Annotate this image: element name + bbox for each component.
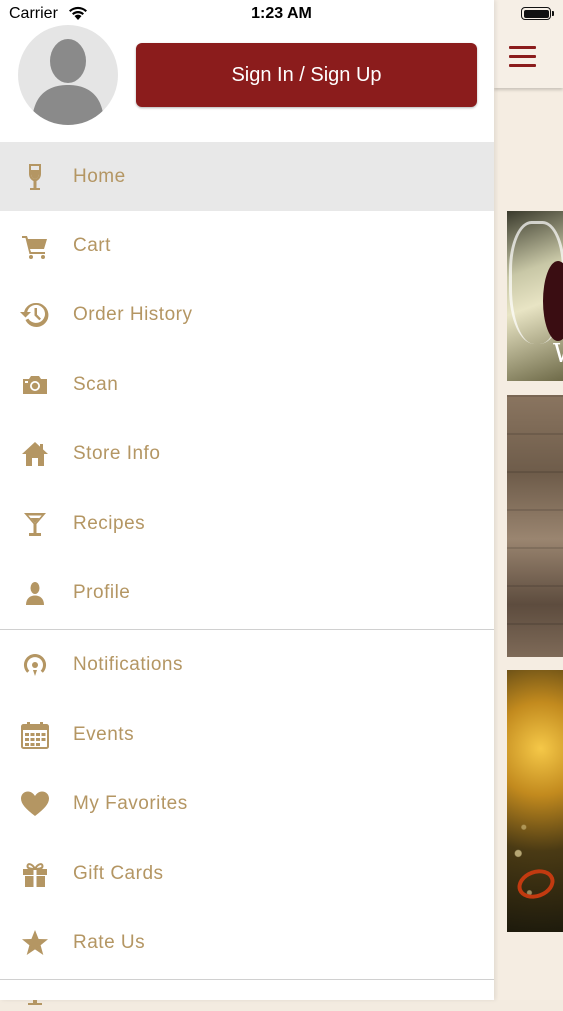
- menu-item-label: Home: [73, 165, 126, 187]
- menu-item-label: Rate Us: [73, 931, 146, 953]
- side-drawer: Sign In / Sign Up Home Cart Order Histor…: [0, 0, 494, 1005]
- star-icon: [18, 926, 52, 960]
- menu-divider: [0, 628, 494, 630]
- menu-item-notifications[interactable]: Notifications: [0, 631, 494, 700]
- status-time: 1:23 AM: [251, 5, 312, 22]
- menu-item-recipes[interactable]: Recipes: [0, 489, 494, 558]
- person-icon: [18, 576, 52, 610]
- calendar-icon: [18, 718, 52, 752]
- menu-item-partial[interactable]: [0, 981, 494, 1011]
- drawer-menu: Home Cart Order History Scan Store Info: [0, 142, 494, 1011]
- menu-item-order-history[interactable]: Order History: [0, 281, 494, 350]
- menu-item-label: Order History: [73, 304, 193, 326]
- battery-icon: [521, 7, 554, 20]
- menu-item-profile[interactable]: Profile: [0, 558, 494, 627]
- sign-in-button[interactable]: Sign In / Sign Up: [136, 43, 477, 107]
- menu-item-home[interactable]: Home: [0, 142, 494, 212]
- cocktail-glass-icon: [18, 507, 52, 541]
- background-card-celebration[interactable]: [507, 670, 563, 932]
- menu-item-label: Notifications: [73, 654, 183, 676]
- menu-item-label: Scan: [73, 373, 119, 395]
- menu-item-rate-us[interactable]: Rate Us: [0, 908, 494, 977]
- menu-item-events[interactable]: Events: [0, 700, 494, 769]
- menu-item-gift-cards[interactable]: Gift Cards: [0, 839, 494, 908]
- menu-item-label: My Favorites: [73, 793, 188, 815]
- heart-icon: [18, 787, 52, 821]
- menu-item-label: Recipes: [73, 512, 146, 534]
- house-icon: [18, 437, 52, 471]
- history-icon: [18, 298, 52, 332]
- hamburger-menu-icon[interactable]: [509, 46, 536, 68]
- menu-item-cart[interactable]: Cart: [0, 211, 494, 280]
- broadcast-icon: [18, 648, 52, 682]
- wine-glass-icon: [18, 160, 52, 194]
- background-card-title: W: [553, 339, 563, 369]
- status-bar: Carrier 1:23 AM: [0, 0, 563, 30]
- menu-item-label: Events: [73, 723, 135, 745]
- menu-item-label: Cart: [73, 235, 111, 257]
- menu-divider: [0, 978, 494, 980]
- camera-icon: [18, 368, 52, 402]
- avatar[interactable]: [18, 25, 118, 125]
- menu-item-my-favorites[interactable]: My Favorites: [0, 770, 494, 839]
- cart-icon: [18, 229, 52, 263]
- menu-item-scan[interactable]: Scan: [0, 350, 494, 419]
- menu-item-store-info[interactable]: Store Info: [0, 420, 494, 489]
- menu-item-label: Store Info: [73, 443, 161, 465]
- background-card-wine[interactable]: W: [507, 211, 563, 381]
- menu-item-label: Gift Cards: [73, 862, 164, 884]
- background-card-wood[interactable]: [507, 395, 563, 657]
- avatar-silhouette-icon: [32, 39, 104, 125]
- menu-item-label: Profile: [73, 582, 131, 604]
- gift-icon: [18, 857, 52, 891]
